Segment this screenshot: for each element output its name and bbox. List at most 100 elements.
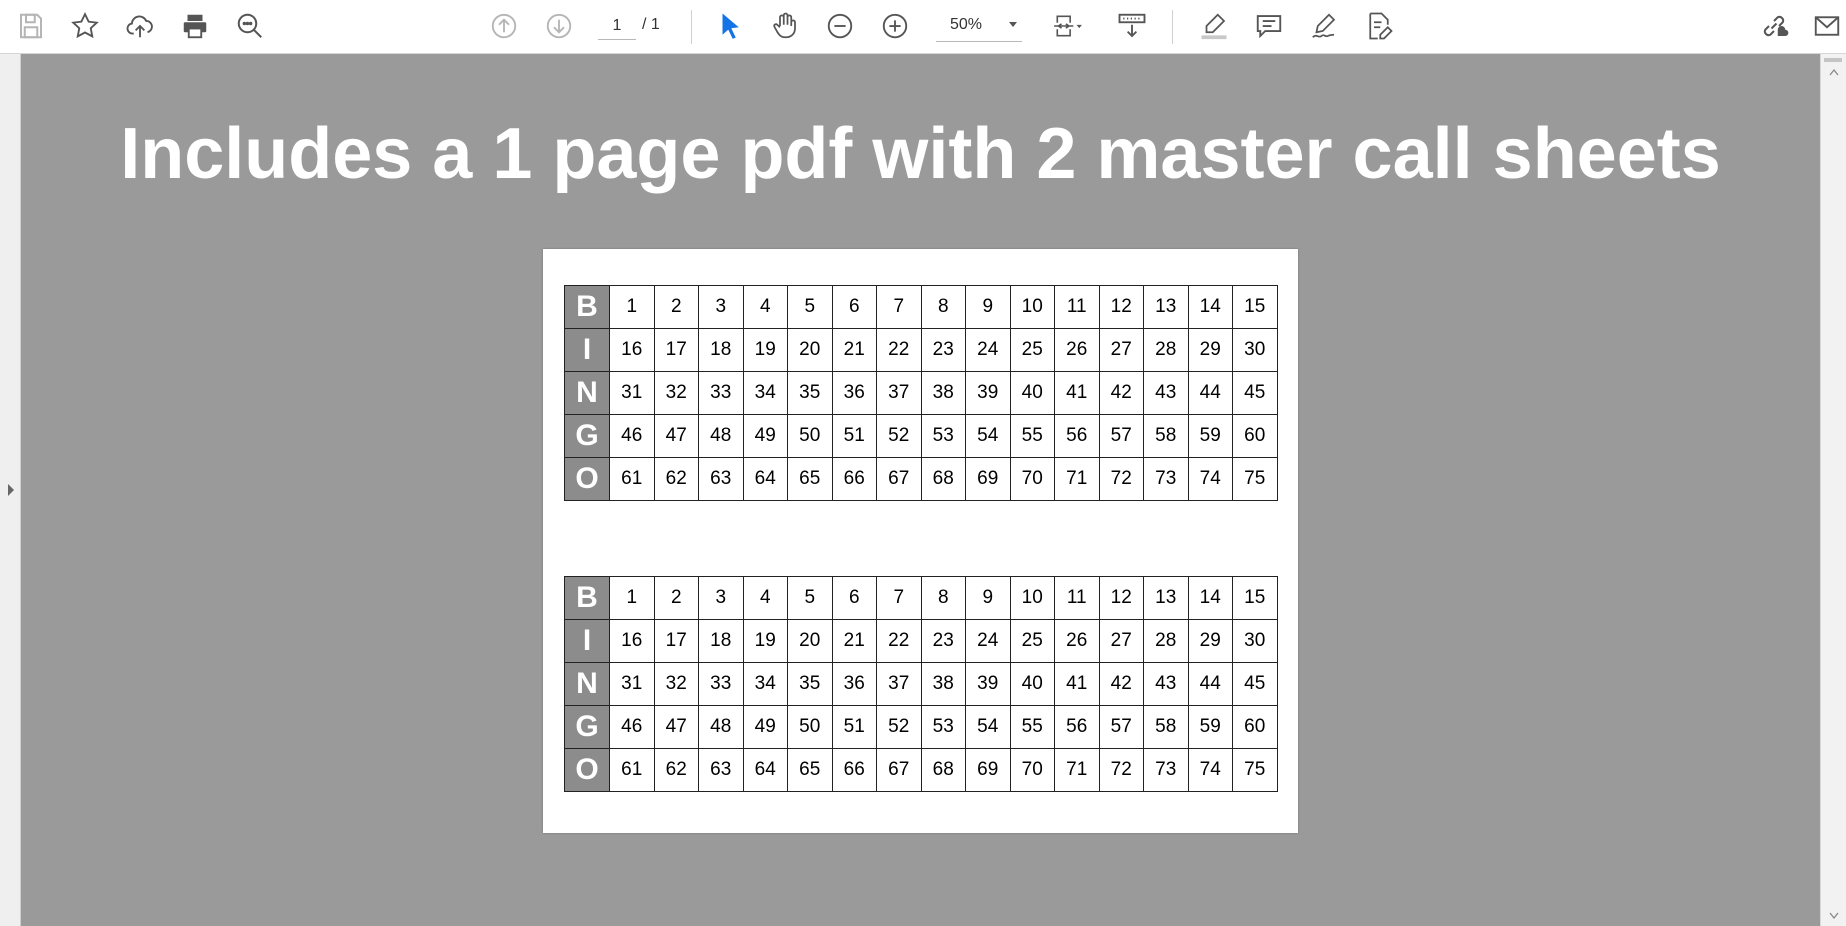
number-cell: 42	[1098, 662, 1144, 706]
number-cell: 59	[1187, 414, 1233, 458]
zoom-in-icon[interactable]	[875, 7, 915, 45]
number-cell: 13	[1143, 576, 1189, 620]
number-cell: 1	[609, 285, 655, 329]
number-cell: 36	[831, 662, 877, 706]
number-cell: 22	[876, 328, 922, 372]
number-cell: 2	[653, 285, 699, 329]
number-cell: 45	[1232, 662, 1278, 706]
number-cell: 28	[1143, 619, 1189, 663]
number-cell: 60	[1232, 705, 1278, 749]
sign-icon[interactable]	[1304, 7, 1344, 45]
call-sheet-row: N 31 32 33 34 35 36 37 38 39 40 41 42 43 44 45	[564, 662, 1278, 706]
save-icon[interactable]	[11, 7, 51, 45]
bingo-letter-cell: O	[564, 748, 610, 792]
number-cell: 43	[1143, 662, 1189, 706]
number-cell: 8	[920, 285, 966, 329]
number-cell: 50	[787, 705, 833, 749]
number-cell: 32	[653, 662, 699, 706]
number-cell: 5	[787, 285, 833, 329]
vertical-scrollbar[interactable]	[1820, 54, 1846, 926]
page-number-input[interactable]	[598, 12, 636, 40]
comment-icon[interactable]	[1249, 7, 1289, 45]
edit-pdf-icon[interactable]	[1359, 7, 1399, 45]
number-cell: 50	[787, 414, 833, 458]
side-panel-toggle[interactable]	[0, 54, 21, 926]
number-cell: 56	[1054, 705, 1100, 749]
number-cell: 30	[1232, 328, 1278, 372]
number-cell: 61	[609, 748, 655, 792]
number-cell: 53	[920, 705, 966, 749]
number-cell: 65	[787, 748, 833, 792]
number-cell: 30	[1232, 619, 1278, 663]
number-cell: 40	[1009, 371, 1055, 415]
number-cell: 49	[742, 705, 788, 749]
number-cell: 52	[876, 414, 922, 458]
number-cell: 60	[1232, 414, 1278, 458]
number-cell: 12	[1098, 285, 1144, 329]
number-cell: 40	[1009, 662, 1055, 706]
number-cell: 59	[1187, 705, 1233, 749]
number-cell: 29	[1187, 619, 1233, 663]
number-cell: 18	[698, 328, 744, 372]
zoom-out-icon[interactable]	[820, 7, 860, 45]
chevron-right-icon	[8, 484, 14, 496]
number-cell: 27	[1098, 619, 1144, 663]
number-cell: 64	[742, 748, 788, 792]
number-cell: 51	[831, 705, 877, 749]
number-cell: 3	[698, 285, 744, 329]
share-link-icon[interactable]	[1754, 7, 1794, 45]
number-cell: 37	[876, 662, 922, 706]
prev-page-icon[interactable]	[484, 7, 524, 45]
bookmark-star-icon[interactable]	[65, 7, 105, 45]
scrollbar-thumb[interactable]	[1824, 58, 1842, 62]
number-cell: 45	[1232, 371, 1278, 415]
number-cell: 34	[742, 662, 788, 706]
scroll-up-icon[interactable]	[1829, 68, 1839, 76]
bingo-letter-cell: B	[564, 285, 610, 329]
bingo-letter-cell: B	[564, 576, 610, 620]
number-cell: 17	[653, 619, 699, 663]
number-cell: 42	[1098, 371, 1144, 415]
number-cell: 11	[1054, 576, 1100, 620]
scroll-down-icon[interactable]	[1829, 912, 1839, 920]
number-cell: 19	[742, 328, 788, 372]
call-sheet: B 1 2 3 4 5 6 7 8 9 10 11 12 13 14 15 I 16 17 18 19 20 21 22 23 2…	[564, 576, 1278, 792]
number-cell: 33	[698, 371, 744, 415]
number-cell: 5	[787, 576, 833, 620]
scroll-mode-icon[interactable]	[1112, 7, 1152, 45]
number-cell: 28	[1143, 328, 1189, 372]
search-zoom-icon[interactable]	[230, 7, 270, 45]
page-total-label: / 1	[642, 16, 660, 33]
upload-cloud-icon[interactable]	[120, 7, 160, 45]
number-cell: 63	[698, 748, 744, 792]
number-cell: 62	[653, 748, 699, 792]
next-page-icon[interactable]	[539, 7, 579, 45]
number-cell: 47	[653, 705, 699, 749]
hand-pan-icon[interactable]	[765, 7, 805, 45]
email-icon[interactable]	[1809, 7, 1845, 45]
number-cell: 1	[609, 576, 655, 620]
number-cell: 32	[653, 371, 699, 415]
select-cursor-icon[interactable]	[710, 7, 750, 45]
pdf-page: B 1 2 3 4 5 6 7 8 9 10 11 12 13 14 15 I 16 17 18 19 20 21 22 23 2…	[543, 249, 1298, 833]
headline-text: Includes a 1 page pdf with 2 master call…	[120, 114, 1721, 194]
number-cell: 67	[876, 457, 922, 501]
number-cell: 14	[1187, 285, 1233, 329]
number-cell: 11	[1054, 285, 1100, 329]
number-cell: 16	[609, 328, 655, 372]
number-cell: 63	[698, 457, 744, 501]
number-cell: 53	[920, 414, 966, 458]
highlight-icon[interactable]	[1194, 7, 1234, 45]
number-cell: 66	[831, 457, 877, 501]
number-cell: 71	[1054, 748, 1100, 792]
number-cell: 10	[1009, 285, 1055, 329]
number-cell: 67	[876, 748, 922, 792]
zoom-level-select[interactable]: 50%	[936, 12, 1022, 42]
print-icon[interactable]	[175, 7, 215, 45]
number-cell: 20	[787, 328, 833, 372]
number-cell: 15	[1232, 576, 1278, 620]
number-cell: 31	[609, 662, 655, 706]
number-cell: 41	[1054, 662, 1100, 706]
fit-page-icon[interactable]	[1045, 7, 1091, 45]
call-sheet-row: I 16 17 18 19 20 21 22 23 24 25 26 27 28 29 30	[564, 619, 1278, 663]
